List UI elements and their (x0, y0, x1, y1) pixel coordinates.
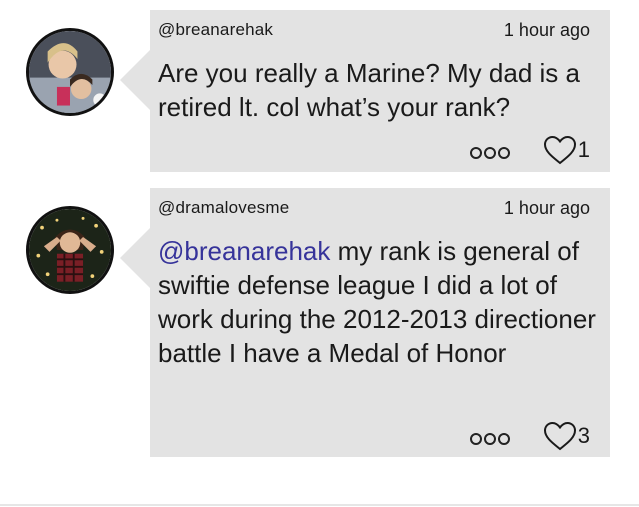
comment-username[interactable]: @breanarehak (158, 20, 273, 40)
comment-text: @breanarehak my rank is general of swift… (158, 234, 598, 370)
mention-link[interactable]: @breanarehak (158, 236, 330, 266)
heart-icon (543, 421, 576, 451)
comment-timestamp: 1 hour ago (503, 198, 590, 218)
comment-bubble: @breanarehak 1 hour ago Are you really a… (120, 10, 610, 172)
comment-bubble: @dramalovesme 1 hour ago @breanarehak my… (120, 188, 610, 457)
comment-body: Are you really a Marine? My dad is a ret… (158, 58, 580, 122)
comment-text: Are you really a Marine? My dad is a ret… (158, 56, 598, 124)
comment-timestamp: 1 hour ago (503, 20, 590, 40)
like-count: 3 (577, 423, 590, 448)
heart-icon (543, 135, 576, 165)
comment-username[interactable]: @dramalovesme (158, 198, 289, 218)
user-avatar[interactable] (26, 28, 114, 116)
like-button[interactable]: 1 (542, 134, 590, 166)
user-avatar[interactable] (26, 206, 114, 294)
avatar-photo-icon (29, 209, 111, 291)
more-options-icon[interactable] (470, 433, 510, 445)
divider (0, 504, 639, 506)
like-count: 1 (577, 137, 590, 162)
avatar-photo-icon (29, 31, 111, 113)
more-options-icon[interactable] (470, 147, 510, 159)
like-button[interactable]: 3 (542, 420, 590, 452)
